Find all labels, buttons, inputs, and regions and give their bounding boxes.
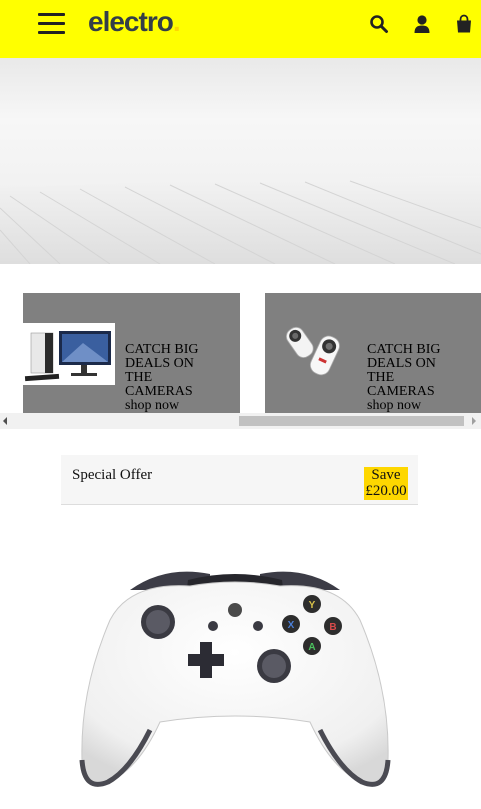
promo-carousel: CATCH BIG DEALS ON THE CAMERAS shop now xyxy=(0,264,481,430)
scroll-left-arrow-icon[interactable] xyxy=(3,417,7,425)
svg-text:X: X xyxy=(288,620,295,631)
logo-text: electro xyxy=(88,6,174,37)
svg-text:B: B xyxy=(329,622,336,633)
scrollbar-thumb[interactable] xyxy=(239,416,464,426)
shop-now-link[interactable]: shop now xyxy=(367,399,467,413)
logo-dot: . xyxy=(172,6,181,37)
search-icon[interactable] xyxy=(369,14,389,34)
menu-icon[interactable] xyxy=(38,13,65,35)
shop-now-link[interactable]: shop now xyxy=(125,399,225,413)
hero-banner xyxy=(0,58,481,264)
promo-image-360-camera xyxy=(279,321,345,383)
user-icon[interactable] xyxy=(412,14,432,34)
savings-badge-label: Save xyxy=(371,467,401,483)
menu-icon-bar xyxy=(38,22,65,25)
special-offer-header: Special Offer Save £20.00 xyxy=(61,455,418,505)
svg-text:Y: Y xyxy=(309,600,316,611)
shopping-bag-icon[interactable] xyxy=(454,14,474,34)
scroll-right-arrow-icon[interactable] xyxy=(472,417,476,425)
promo-text: CATCH BIG DEALS ON THE CAMERAS shop now xyxy=(125,343,225,413)
promo-title: CATCH BIG DEALS ON THE CAMERAS xyxy=(367,342,441,399)
hero-floor-illustration xyxy=(0,176,481,264)
promo-card[interactable]: CATCH BIG DEALS ON THE CAMERAS shop now xyxy=(23,293,240,413)
special-offer-title: Special Offer xyxy=(72,467,153,483)
promo-image-desktop-computer xyxy=(23,323,115,385)
promo-card[interactable]: CATCH BIG DEALS ON THE CAMERAS shop now xyxy=(265,293,481,413)
savings-badge: Save £20.00 xyxy=(364,467,408,500)
site-header: electro. xyxy=(0,0,481,58)
promo-title: CATCH BIG DEALS ON THE CAMERAS xyxy=(125,342,199,399)
savings-badge-amount: £20.00 xyxy=(365,483,407,499)
menu-icon-bar xyxy=(38,13,65,16)
svg-text:A: A xyxy=(308,642,315,653)
carousel-scrollbar[interactable] xyxy=(0,413,481,429)
menu-icon-bar xyxy=(38,31,65,34)
site-logo[interactable]: electro. xyxy=(88,6,181,38)
product-image-game-controller[interactable]: Y X B A xyxy=(70,560,400,809)
promo-text: CATCH BIG DEALS ON THE CAMERAS shop now xyxy=(367,343,467,413)
